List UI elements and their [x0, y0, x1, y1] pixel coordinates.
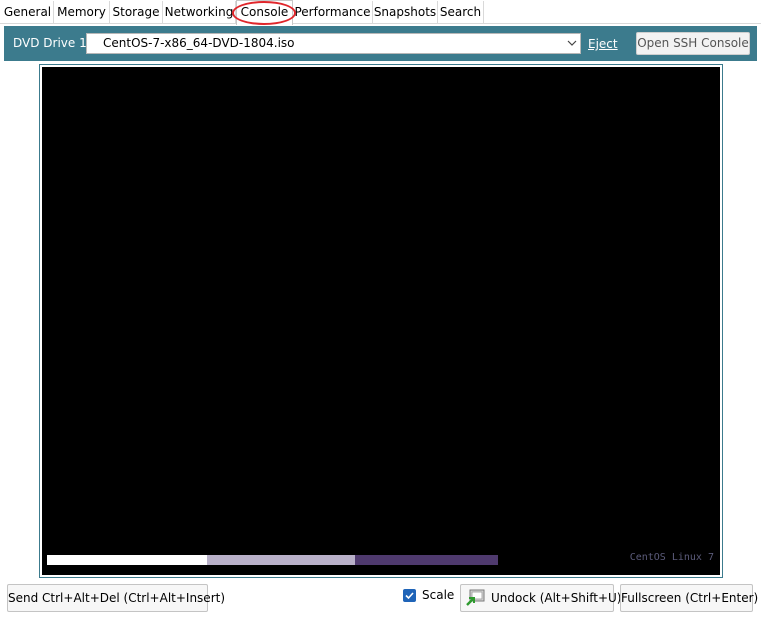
dvd-drive-select[interactable]: CentOS-7-x86_64-DVD-1804.iso — [86, 33, 581, 54]
boot-progress-bar — [47, 555, 499, 565]
eject-link[interactable]: Eject — [588, 26, 618, 63]
tab-storage[interactable]: Storage — [110, 1, 163, 23]
tab-networking[interactable]: Networking — [163, 1, 236, 23]
tab-snapshots[interactable]: Snapshots — [373, 1, 438, 23]
scale-label: Scale — [422, 588, 455, 602]
fullscreen-button[interactable]: Fullscreen (Ctrl+Enter) — [620, 584, 758, 612]
boot-progress-segment-white — [47, 555, 207, 565]
centos-boot-label: CentOS Linux 7 — [629, 552, 714, 563]
tab-bar: General Memory Storage Networking Consol… — [0, 0, 761, 25]
console-frame: CentOS Linux 7 — [39, 64, 723, 578]
open-ssh-console-button[interactable]: Open SSH Console — [636, 32, 750, 55]
send-ctrl-alt-del-button[interactable]: Send Ctrl+Alt+Del (Ctrl+Alt+Insert) — [7, 584, 225, 612]
tab-general[interactable]: General — [2, 1, 54, 23]
dvd-drive-bar: DVD Drive 1: CentOS-7-x86_64-DVD-1804.is… — [4, 26, 757, 61]
dvd-drive-label: DVD Drive 1: — [13, 36, 91, 50]
checkbox-checked-icon — [405, 592, 414, 600]
tab-performance[interactable]: Performance — [293, 1, 373, 23]
undock-icon — [466, 589, 485, 606]
tab-console[interactable]: Console — [236, 0, 293, 25]
boot-progress-segment-purple — [355, 555, 498, 565]
console-screen[interactable]: CentOS Linux 7 — [42, 67, 720, 575]
tab-search[interactable]: Search — [438, 1, 484, 23]
tab-memory[interactable]: Memory — [54, 1, 110, 23]
undock-button-label: Undock (Alt+Shift+U) — [491, 591, 622, 605]
dvd-drive-selected-value: CentOS-7-x86_64-DVD-1804.iso — [103, 36, 295, 50]
boot-progress-segment-light — [207, 555, 355, 565]
undock-button[interactable]: Undock (Alt+Shift+U) — [460, 584, 622, 612]
chevron-down-icon — [567, 40, 577, 46]
scale-checkbox[interactable] — [403, 589, 416, 602]
